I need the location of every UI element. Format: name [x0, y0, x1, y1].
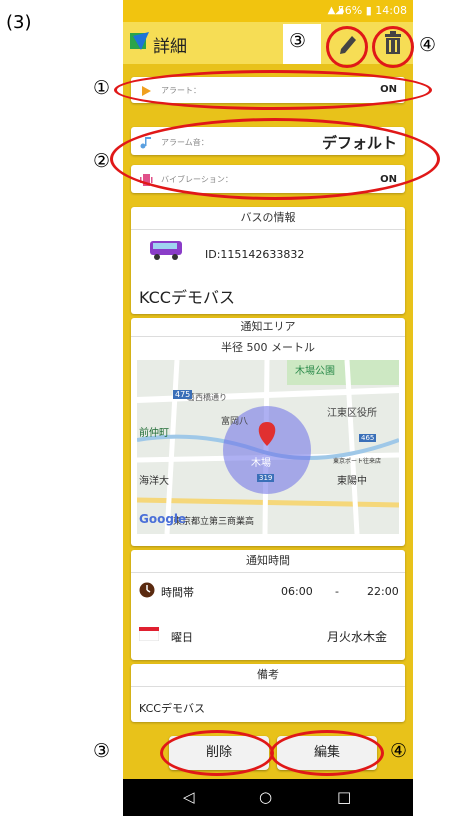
map-label-road: 葛西橋通り [187, 393, 227, 402]
day-value: 月火水木金 [327, 630, 388, 644]
calendar-icon [139, 627, 159, 641]
clock-icon [139, 582, 155, 598]
app-logo-icon [130, 32, 149, 50]
annotation-3-bottom: ③ [93, 740, 111, 762]
bus-info-card: バスの情報 ID:115142633832 KCCデモバス [131, 207, 405, 314]
annotation-4-bottom: ④ [390, 740, 408, 762]
highlight-ring-trash [372, 26, 414, 68]
map-label-park: 木場公園 [295, 366, 335, 377]
map-label-tomioka: 富岡八 [221, 417, 249, 427]
bus-name: KCCデモバス [139, 288, 235, 307]
map-view[interactable]: 木場公園 葛西橋通り 江東区役所 前仲町 富岡八 木場 東陽中 東京ポート往来店… [137, 360, 399, 534]
remarks-text: KCCデモバス [139, 702, 205, 715]
figure-label: (3) [6, 12, 32, 33]
annotation-1: ① [93, 77, 111, 99]
annotation-4-top: ④ [419, 34, 437, 56]
route-475-badge: 475 [173, 390, 193, 399]
remarks-header: 備考 [131, 664, 405, 687]
map-label-monzen: 前仲町 [139, 428, 169, 439]
page-title: 詳細 [153, 37, 187, 57]
map-label-koto-center: 東京ポート往来店 [333, 458, 382, 465]
highlight-ring-edit [270, 730, 384, 776]
bus-icon [150, 241, 182, 260]
bus-id: ID:115142633832 [205, 248, 305, 261]
highlight-ring-delete [160, 730, 274, 776]
highlight-ring-2 [110, 118, 440, 200]
map-label-yo: 海洋大 [139, 476, 169, 487]
notify-time-header: 通知時間 [131, 550, 405, 573]
notify-area-card: 通知エリア 半径 500 メートル 木場公園 葛西橋通り 江東区役所 前仲町 富… [131, 318, 405, 546]
back-icon[interactable]: ◁ [183, 788, 195, 806]
time-dash: - [335, 585, 339, 598]
map-label-kiba: 木場 [251, 458, 271, 469]
time-end: 22:00 [367, 585, 399, 598]
annotation-2: ② [93, 150, 111, 172]
annotation-3-top-box: ③ [283, 24, 321, 64]
recent-apps-icon[interactable]: □ [337, 788, 351, 806]
annotation-3-top: ③ [289, 30, 307, 52]
bus-info-header: バスの情報 [131, 207, 405, 230]
map-label-toyocho: 東陽中 [337, 476, 367, 487]
map-label-koto: 江東区役所 [327, 408, 377, 419]
status-bar: ▲◢ 56% ▮ 14:08 [123, 0, 413, 22]
highlight-ring-pencil [326, 26, 368, 68]
day-label: 曜日 [171, 631, 193, 644]
time-start: 06:00 [281, 585, 313, 598]
google-logo: Google [139, 512, 187, 526]
highlight-ring-1 [114, 70, 432, 110]
status-text: 56% ▮ 14:08 [337, 4, 407, 17]
app-bar: 詳細 [123, 22, 413, 64]
route-465-badge: 465 [359, 434, 377, 442]
home-icon[interactable]: ○ [259, 788, 272, 806]
route-319-badge: 319 [257, 474, 275, 482]
radius-label: 半径 500 メートル [221, 341, 315, 354]
remarks-card: 備考 KCCデモバス [131, 664, 405, 722]
area-header: 通知エリア [131, 318, 405, 337]
system-nav-bar: ◁ ○ □ [123, 779, 413, 816]
notify-time-card: 通知時間 時間帯 06:00 - 22:00 曜日 月火水木金 [131, 550, 405, 660]
time-label: 時間帯 [161, 586, 194, 599]
